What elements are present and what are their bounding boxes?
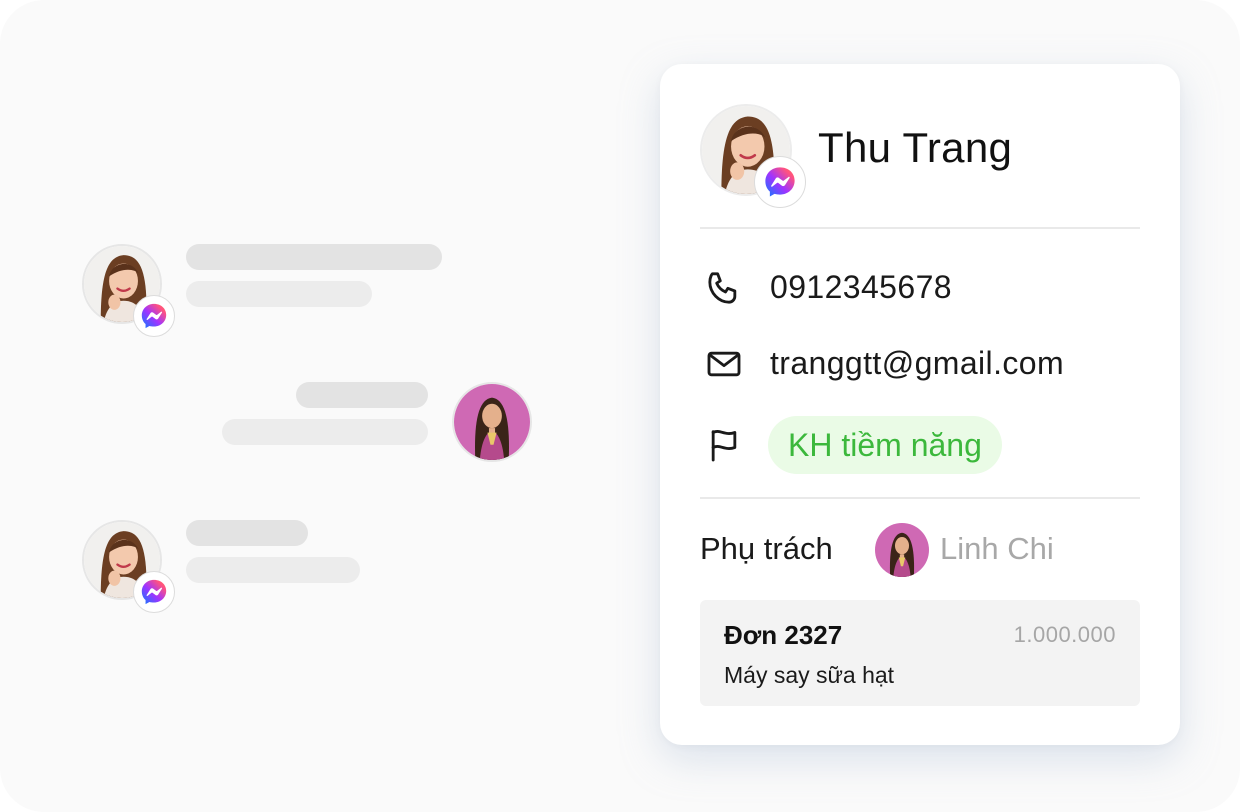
phone-icon	[704, 268, 744, 308]
contact-email[interactable]: tranggtt@gmail.com	[770, 345, 1064, 382]
contact-phone[interactable]: 0912345678	[770, 269, 952, 306]
assignee-label: Phụ trách	[700, 531, 833, 566]
app-canvas: Thu Trang 0912345678 tranggtt@gmail.com …	[0, 0, 1240, 812]
agent-avatar[interactable]	[452, 382, 532, 462]
order-product: Máy say sữa hạt	[724, 662, 895, 688]
message-skeleton-line	[186, 244, 442, 270]
agent-photo	[454, 384, 530, 460]
flag-icon	[704, 425, 744, 465]
contact-card: Thu Trang 0912345678 tranggtt@gmail.com …	[660, 64, 1180, 745]
customer-tag[interactable]: KH tiềm năng	[768, 416, 1002, 474]
messenger-icon	[133, 295, 175, 337]
assignee-name[interactable]: Linh Chi	[940, 531, 1054, 567]
order-id: Đơn 2327	[724, 620, 843, 650]
message-skeleton-line	[186, 520, 308, 546]
message-skeleton-line	[296, 382, 428, 408]
message-skeleton-line	[186, 557, 360, 583]
order-amount: 1.000.000	[1013, 622, 1116, 647]
assignee-avatar[interactable]	[875, 523, 929, 577]
message-skeleton-line	[186, 281, 372, 307]
mail-icon	[704, 344, 744, 384]
order-card[interactable]: Đơn 2327 1.000.000 Máy say sữa hạt	[700, 600, 1140, 706]
divider	[700, 227, 1140, 229]
contact-name: Thu Trang	[818, 124, 1013, 171]
messenger-icon	[133, 571, 175, 613]
message-skeleton-line	[222, 419, 428, 445]
messenger-icon	[754, 156, 806, 208]
divider	[700, 497, 1140, 499]
assignee-photo	[875, 523, 929, 577]
